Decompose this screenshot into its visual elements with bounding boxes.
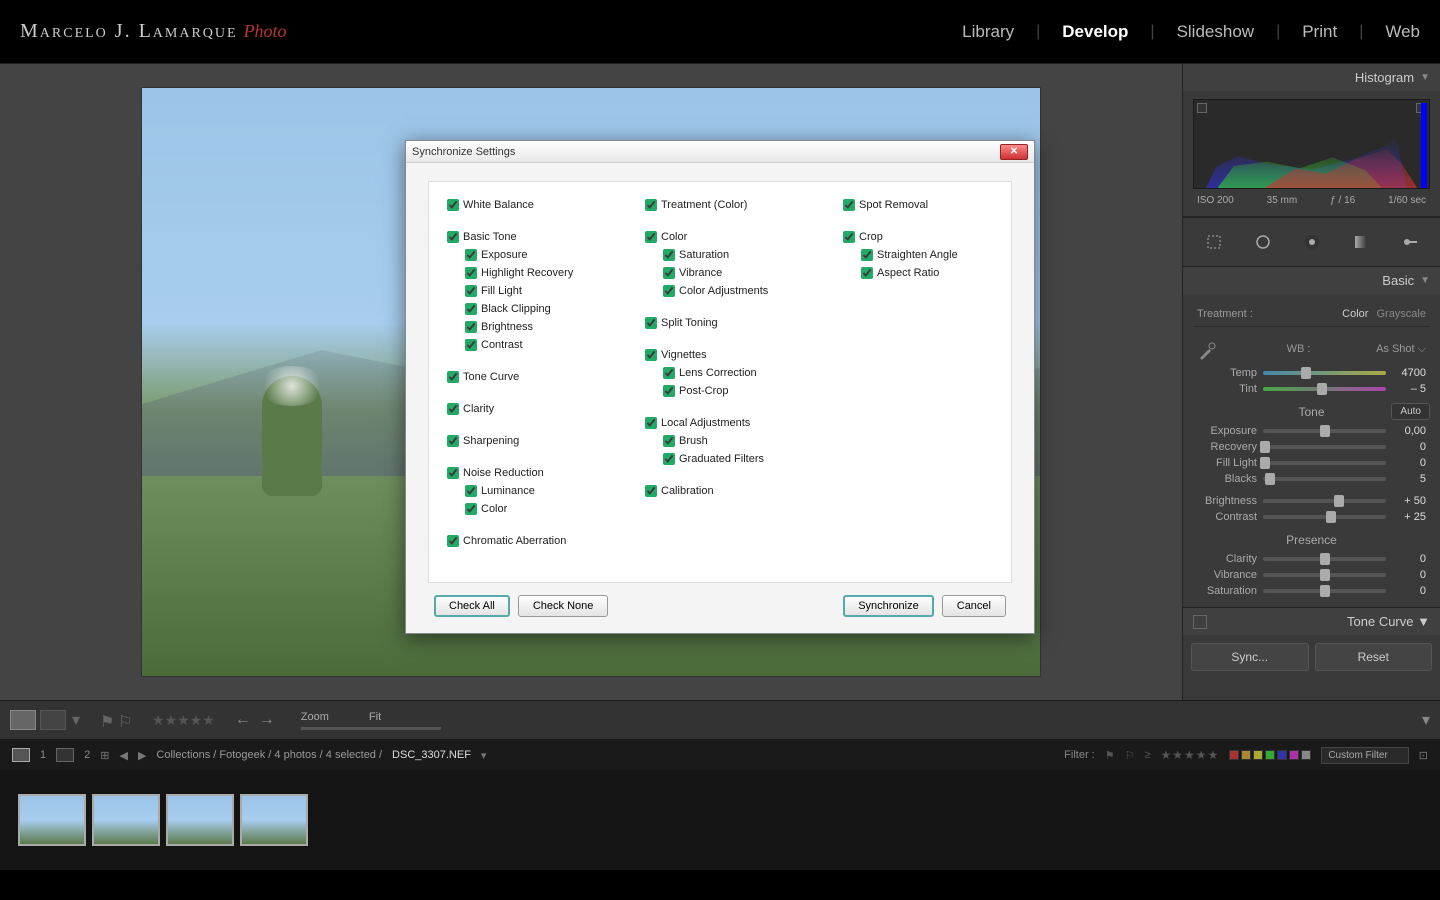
- sync-option-checkbox[interactable]: Sharpening: [447, 432, 635, 450]
- sync-option-checkbox[interactable]: Lens Correction: [663, 364, 833, 382]
- cancel-button[interactable]: Cancel: [942, 595, 1006, 617]
- sync-option-checkbox[interactable]: Brush: [663, 432, 833, 450]
- check-none-button[interactable]: Check None: [518, 595, 609, 617]
- sync-option-checkbox[interactable]: Brightness: [465, 318, 635, 336]
- sync-option-checkbox[interactable]: Basic Tone: [447, 228, 635, 246]
- sync-option-checkbox[interactable]: White Balance: [447, 196, 635, 214]
- sync-option-checkbox[interactable]: Contrast: [465, 336, 635, 354]
- synchronize-button[interactable]: Synchronize: [843, 595, 934, 617]
- sync-option-checkbox[interactable]: Treatment (Color): [645, 196, 833, 214]
- sync-option-checkbox[interactable]: Noise Reduction: [447, 464, 635, 482]
- sync-option-checkbox[interactable]: Black Clipping: [465, 300, 635, 318]
- dialog-titlebar[interactable]: Synchronize Settings ✕: [406, 141, 1034, 163]
- sync-option-checkbox[interactable]: Graduated Filters: [663, 450, 833, 468]
- sync-option-checkbox[interactable]: Tone Curve: [447, 368, 635, 386]
- sync-option-checkbox[interactable]: Vignettes: [645, 346, 833, 364]
- sync-option-checkbox[interactable]: Vibrance: [663, 264, 833, 282]
- sync-option-checkbox[interactable]: Split Toning: [645, 314, 833, 332]
- dialog-overlay: Synchronize Settings ✕ White Balance Basi…: [0, 0, 1440, 900]
- sync-option-checkbox[interactable]: Exposure: [465, 246, 635, 264]
- sync-option-checkbox[interactable]: Color: [465, 500, 635, 518]
- synchronize-dialog: Synchronize Settings ✕ White Balance Basi…: [405, 140, 1035, 634]
- sync-option-checkbox[interactable]: Fill Light: [465, 282, 635, 300]
- sync-option-checkbox[interactable]: Spot Removal: [843, 196, 993, 214]
- sync-option-checkbox[interactable]: Clarity: [447, 400, 635, 418]
- sync-option-checkbox[interactable]: Color: [645, 228, 833, 246]
- sync-option-checkbox[interactable]: Color Adjustments: [663, 282, 833, 300]
- sync-option-checkbox[interactable]: Aspect Ratio: [861, 264, 993, 282]
- sync-option-checkbox[interactable]: Saturation: [663, 246, 833, 264]
- sync-option-checkbox[interactable]: Chromatic Aberration: [447, 532, 635, 550]
- sync-option-checkbox[interactable]: Crop: [843, 228, 993, 246]
- close-button[interactable]: ✕: [1000, 144, 1028, 160]
- sync-option-checkbox[interactable]: Calibration: [645, 482, 833, 500]
- sync-option-checkbox[interactable]: Highlight Recovery: [465, 264, 635, 282]
- sync-option-checkbox[interactable]: Luminance: [465, 482, 635, 500]
- sync-option-checkbox[interactable]: Straighten Angle: [861, 246, 993, 264]
- sync-option-checkbox[interactable]: Local Adjustments: [645, 414, 833, 432]
- sync-option-checkbox[interactable]: Post-Crop: [663, 382, 833, 400]
- check-all-button[interactable]: Check All: [434, 595, 510, 617]
